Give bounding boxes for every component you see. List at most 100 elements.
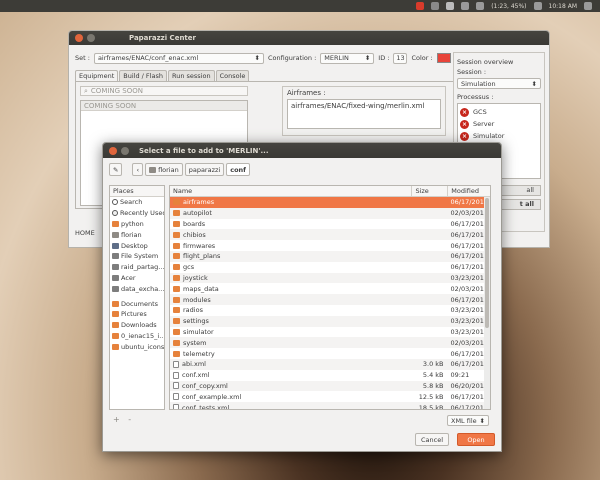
place-item[interactable]: Downloads (110, 320, 164, 331)
color-swatch[interactable] (436, 53, 451, 63)
file-row[interactable]: simulator 03/23/2016 (170, 327, 490, 338)
path-conf[interactable]: conf (226, 163, 251, 176)
column-size[interactable]: Size (412, 186, 449, 196)
process-gcs[interactable]: × GCS (460, 106, 538, 118)
place-label: Desktop (121, 241, 148, 250)
folder-icon (112, 322, 119, 329)
tab-build-flash[interactable]: Build / Flash (119, 70, 167, 81)
place-item[interactable]: Search (110, 197, 164, 208)
file-row[interactable]: conf_example.xml 12.5 kB 06/17/2016 (170, 391, 490, 402)
close-window-button[interactable] (75, 34, 83, 42)
combo-arrow-icon: ⬍ (479, 416, 485, 425)
file-row[interactable]: gcs 06/17/2016 (170, 262, 490, 273)
place-item[interactable]: Documents (110, 298, 164, 309)
path-back-button[interactable]: ‹ (132, 163, 144, 176)
file-name: gcs (183, 263, 195, 272)
cancel-button[interactable]: Cancel (415, 433, 449, 446)
file-list: Name Size Modified airframes 06/17/2016 au… (169, 185, 491, 410)
path-paparazzi[interactable]: paparazzi (184, 163, 225, 176)
add-place-button[interactable]: + (113, 415, 120, 424)
coming-soon-search[interactable]: ⌕ COMING SOON (80, 86, 248, 96)
stop-icon[interactable]: × (460, 107, 469, 117)
file-row[interactable]: telemetry 06/17/2016 (170, 348, 490, 359)
volume-icon[interactable] (533, 2, 542, 10)
minimize-dialog-button[interactable] (121, 146, 129, 155)
airframes-list[interactable]: airframes/ENAC/fixed-wing/merlin.xml (287, 99, 441, 129)
file-type-filter[interactable]: XML file ⬍ (447, 415, 489, 426)
place-item[interactable]: ubuntu_icons (110, 341, 164, 352)
place-item[interactable]: florian (110, 229, 164, 240)
place-item[interactable]: Recently Used (110, 208, 164, 219)
edit-location-button[interactable]: ✎ (109, 163, 123, 176)
place-item[interactable]: raid_partag... (110, 262, 164, 273)
gear-icon[interactable] (584, 2, 592, 10)
dialog-title: Select a file to add to 'MERLIN'... (139, 146, 269, 155)
tab-console[interactable]: Console (215, 70, 250, 81)
file-row[interactable]: settings 03/23/2016 (170, 315, 490, 327)
minimize-window-button[interactable] (87, 34, 95, 42)
place-item[interactable]: python (110, 219, 164, 230)
file-row[interactable]: conf.xml 5.4 kB 09:21 (170, 370, 490, 381)
place-item[interactable]: data_excha... (110, 283, 164, 294)
stop-icon[interactable]: × (460, 119, 469, 129)
stop-icon[interactable]: × (460, 131, 469, 141)
airframe-item[interactable]: airframes/ENAC/fixed-wing/merlin.xml (291, 102, 424, 110)
session-combo[interactable]: Simulation ⬍ (457, 78, 541, 89)
session-overview-title: Session overview (457, 58, 514, 66)
file-name-cell: radios (170, 306, 411, 314)
file-name: chibios (183, 230, 206, 239)
file-row[interactable]: chibios 06/17/2016 (170, 229, 490, 241)
keyboard-icon[interactable] (446, 2, 455, 10)
remove-place-button[interactable]: - (128, 415, 131, 424)
configuration-combo[interactable]: MERLIN ⬍ (320, 52, 375, 64)
file-row[interactable]: conf_tests.xml 18.5 kB 06/17/2016 (170, 402, 490, 409)
tab-equipment[interactable]: Equipment (75, 70, 119, 81)
file-row[interactable]: abi.xml 3.0 kB 06/17/2016 (170, 358, 490, 370)
file-row[interactable]: firmwares 06/17/2016 (170, 240, 490, 251)
file-name-cell: simulator (170, 328, 411, 336)
process-simulator[interactable]: × Simulator (460, 130, 538, 142)
folder-icon (173, 199, 180, 206)
file-row[interactable]: modules 06/17/2016 (170, 294, 490, 305)
place-item[interactable]: File System (110, 251, 164, 262)
mail-icon[interactable] (431, 2, 440, 10)
path-florian[interactable]: florian (145, 163, 183, 176)
clock[interactable]: 10:18 AM (549, 3, 577, 10)
process-server[interactable]: × Server (460, 118, 538, 130)
column-name[interactable]: Name (170, 186, 413, 196)
folder-icon (173, 242, 180, 249)
file-list-scrollbar[interactable] (484, 197, 490, 409)
file-row[interactable]: flight_plans 06/17/2016 (170, 250, 490, 262)
tab-run-session[interactable]: Run session (167, 70, 215, 81)
battery-icon[interactable] (476, 2, 485, 10)
file-row[interactable]: airframes 06/17/2016 (170, 197, 490, 208)
file-row[interactable]: maps_data 02/03/2016 (170, 283, 490, 294)
set-combo[interactable]: airframes/ENAC/conf_enac.xml ⬍ (93, 52, 264, 64)
drive-icon (112, 264, 119, 271)
places-sidebar: Places Search Recently Used python florian D… (109, 185, 165, 410)
place-item[interactable]: Desktop (110, 240, 164, 251)
file-row[interactable]: boards 06/17/2016 (170, 219, 490, 230)
id-field[interactable]: 13 (393, 52, 408, 64)
file-row[interactable]: radios 03/23/2016 (170, 305, 490, 316)
place-item[interactable]: 0_ienac15_i... (110, 331, 164, 342)
place-label: File System (121, 252, 159, 261)
color-label: Color : (411, 54, 433, 62)
scrollbar-thumb[interactable] (485, 198, 489, 328)
column-modified[interactable]: Modified (448, 186, 490, 196)
file-row[interactable]: conf_copy.xml 5.8 kB 06/20/2016 (170, 380, 490, 392)
file-row[interactable]: autopilot 02/03/2016 (170, 207, 490, 219)
file-row[interactable]: system 02/03/2016 (170, 337, 490, 349)
file-row[interactable]: joystick 03/23/2016 (170, 272, 490, 284)
place-item[interactable]: Acer (110, 273, 164, 284)
open-button[interactable]: Open (457, 433, 495, 446)
close-dialog-button[interactable] (109, 146, 117, 155)
file-name-cell: joystick (170, 274, 411, 282)
file-size: 5.4 kB (422, 371, 444, 380)
notification-icon[interactable] (416, 2, 425, 10)
network-icon[interactable] (461, 2, 470, 10)
place-item[interactable]: Pictures (110, 309, 164, 320)
battery-status[interactable]: (1:23, 45%) (491, 3, 526, 10)
place-label: florian (121, 230, 142, 239)
folder-icon (173, 253, 180, 260)
